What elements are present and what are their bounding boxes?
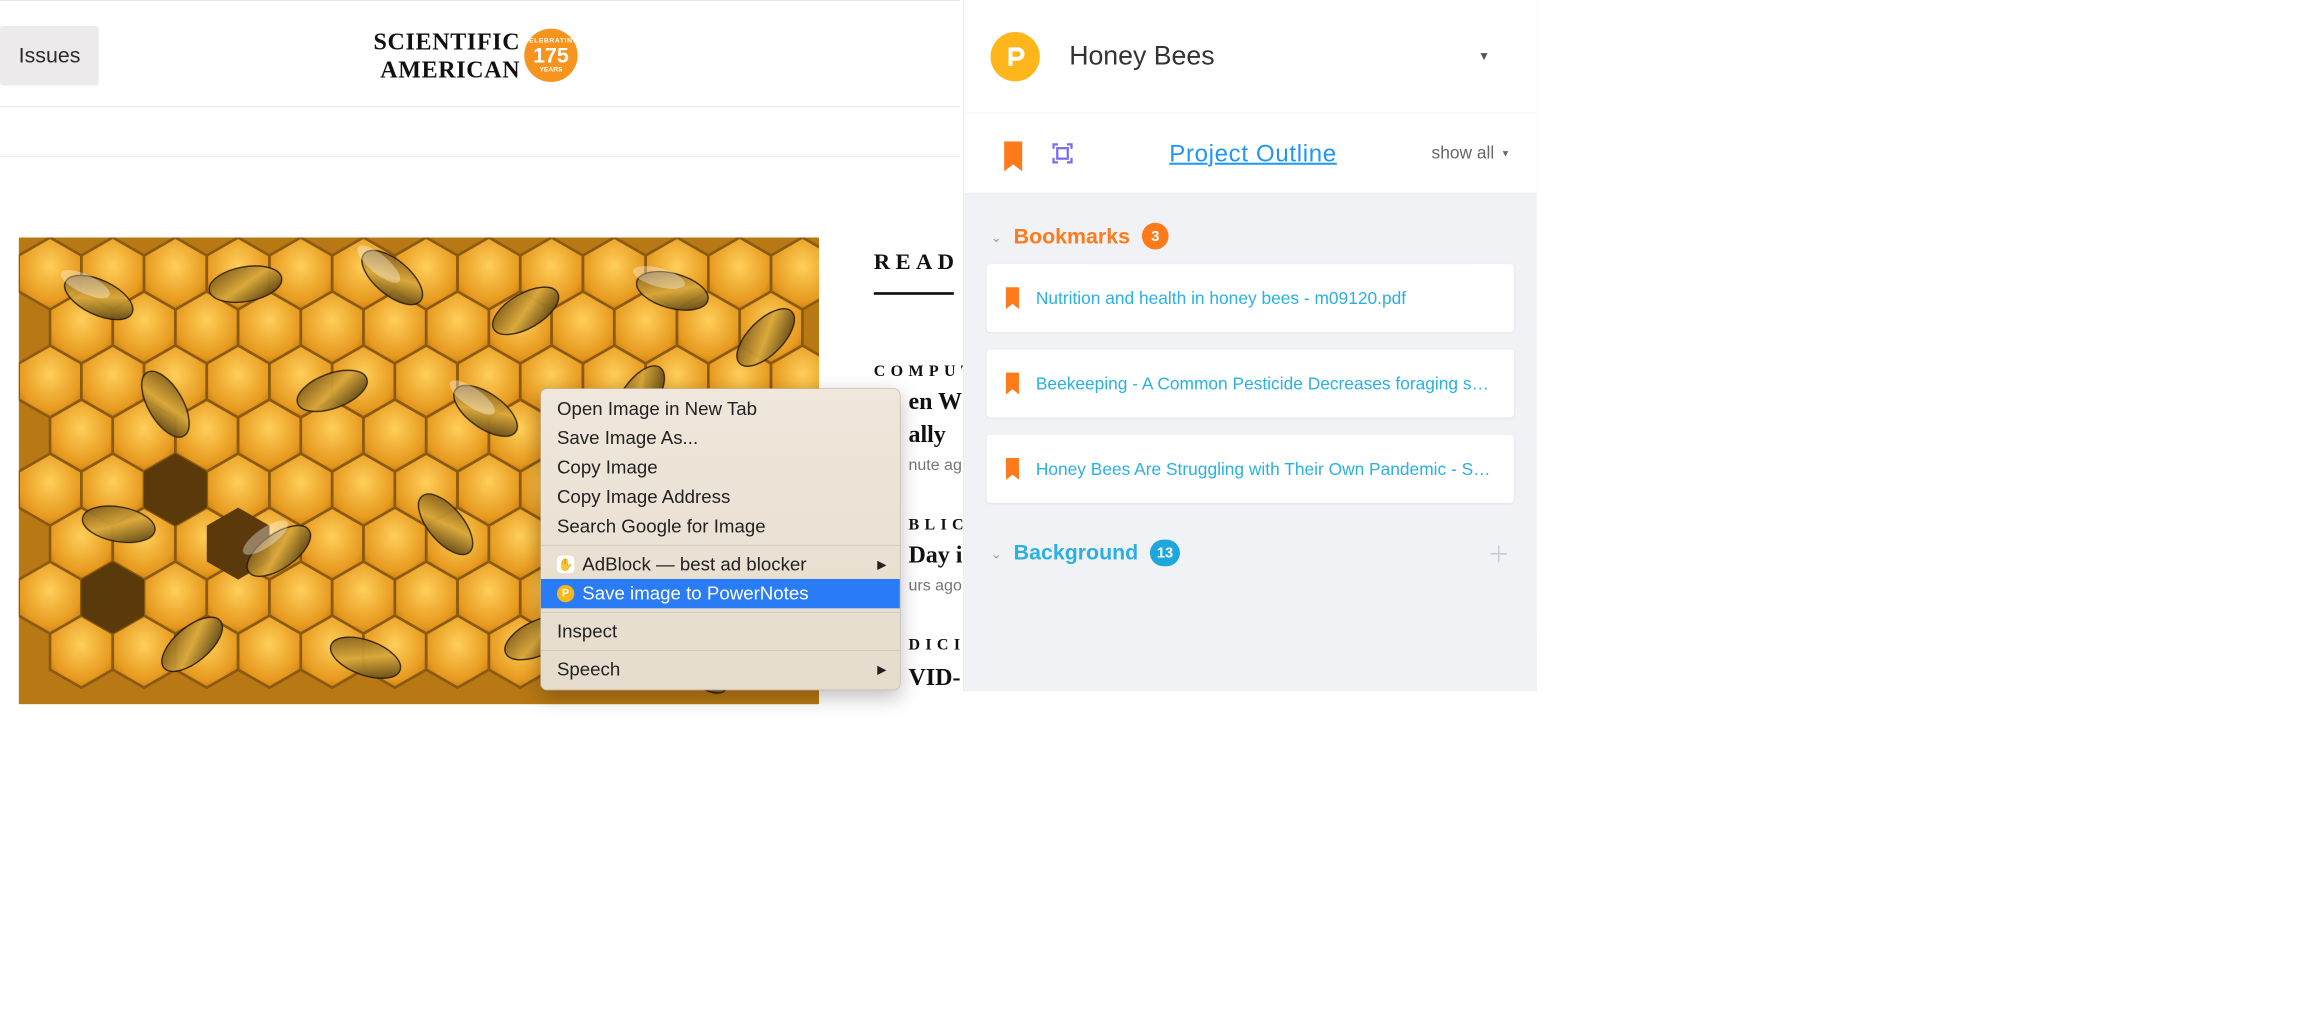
ctx-speech[interactable]: Speech ▶	[541, 655, 900, 684]
read-item-meta: nute ag	[908, 456, 961, 475]
sidebar-toolbar: Project Outline show all ▼	[964, 113, 1537, 193]
read-this-next-heading: READ	[874, 249, 960, 274]
project-name: Honey Bees	[1069, 41, 1214, 71]
ctx-save-to-powernotes[interactable]: P Save image to PowerNotes	[541, 579, 900, 608]
ctx-adblock-label: AdBlock — best ad blocker	[582, 554, 806, 575]
background-count-badge: 13	[1150, 539, 1180, 566]
bookmark-item[interactable]: Nutrition and health in honey bees - m09…	[986, 264, 1514, 332]
section-title: Bookmarks	[1014, 224, 1130, 249]
bookmark-title: Nutrition and health in honey bees - m09…	[1036, 288, 1406, 309]
top-bar: Issues SCIENTIFIC AMERICAN CELEBRATING 1…	[0, 0, 960, 107]
section-bookmarks-header[interactable]: ⌄ Bookmarks 3	[990, 223, 1514, 250]
project-outline-link[interactable]: Project Outline	[1100, 139, 1406, 167]
anniversary-badge-icon: CELEBRATING 175 YEARS	[524, 29, 577, 82]
submenu-arrow-icon: ▶	[877, 663, 886, 677]
read-item-title[interactable]: ally	[908, 420, 945, 448]
ctx-search-google[interactable]: Search Google for Image	[541, 512, 900, 541]
adblock-icon: ✋	[557, 556, 574, 573]
bookmark-title: Honey Bees Are Struggling with Their Own…	[1036, 459, 1497, 480]
ctx-adblock[interactable]: ✋ AdBlock — best ad blocker ▶	[541, 550, 900, 579]
context-menu: Open Image in New Tab Save Image As... C…	[540, 388, 900, 690]
bookmark-item[interactable]: Honey Bees Are Struggling with Their Own…	[986, 435, 1514, 503]
ctx-divider	[541, 612, 900, 613]
show-all-label: show all	[1432, 143, 1495, 164]
issues-button[interactable]: Issues	[0, 26, 99, 85]
read-item-title[interactable]: VID-	[908, 663, 960, 691]
bookmark-icon	[1004, 287, 1021, 310]
site-brand[interactable]: SCIENTIFIC AMERICAN CELEBRATING 175 YEAR…	[374, 27, 654, 83]
section-title: Background	[1014, 540, 1139, 565]
ctx-speech-label: Speech	[557, 659, 620, 680]
read-item-category: BLIC	[908, 516, 968, 534]
chevron-down-icon: ⌄	[990, 546, 1001, 563]
screenshot-tab-icon[interactable]	[1051, 141, 1075, 165]
ctx-open-new-tab[interactable]: Open Image in New Tab	[541, 394, 900, 423]
ctx-copy-image[interactable]: Copy Image	[541, 453, 900, 482]
powernotes-sidebar: Honey Bees ▼ Project Outline show all ▼ …	[963, 0, 1537, 691]
powernotes-icon: P	[557, 585, 574, 602]
bookmark-title: Beekeeping - A Common Pesticide Decrease…	[1036, 373, 1497, 394]
read-underline	[874, 292, 954, 295]
project-selector[interactable]: Honey Bees ▼	[1069, 41, 1510, 71]
section-background-header[interactable]: ⌄ Background 13 ＋	[990, 536, 1514, 569]
show-all-dropdown[interactable]: show all ▼	[1432, 143, 1511, 164]
bookmark-icon	[1004, 458, 1021, 481]
bookmark-tab-icon[interactable]	[1001, 141, 1025, 165]
ctx-divider	[541, 545, 900, 546]
brand-wordmark: SCIENTIFIC AMERICAN	[374, 27, 521, 83]
read-item-category: COMPUT	[874, 363, 977, 381]
powernotes-logo-icon[interactable]	[990, 32, 1039, 81]
bookmarks-count-badge: 3	[1142, 223, 1169, 250]
chevron-down-icon: ▼	[1478, 49, 1490, 63]
bookmark-item[interactable]: Beekeeping - A Common Pesticide Decrease…	[986, 350, 1514, 418]
add-to-section-button[interactable]: ＋	[1487, 536, 1514, 569]
ctx-save-image-as[interactable]: Save Image As...	[541, 424, 900, 453]
chevron-down-icon: ⌄	[990, 229, 1001, 246]
divider	[0, 156, 960, 157]
ctx-save-pn-label: Save image to PowerNotes	[582, 583, 808, 604]
chevron-down-icon: ▼	[1501, 148, 1510, 159]
brand-line2: AMERICAN	[374, 55, 521, 83]
read-item-category: DICI	[908, 636, 965, 654]
ctx-divider	[541, 650, 900, 651]
bookmark-icon	[1004, 372, 1021, 395]
read-item-meta: urs ago	[908, 576, 961, 595]
ctx-copy-image-address[interactable]: Copy Image Address	[541, 482, 900, 511]
brand-line1: SCIENTIFIC	[374, 27, 521, 55]
submenu-arrow-icon: ▶	[877, 557, 886, 571]
read-item-title[interactable]: Day i	[908, 540, 962, 568]
ctx-inspect[interactable]: Inspect	[541, 617, 900, 646]
sidebar-body: ⌄ Bookmarks 3 Nutrition and health in ho…	[964, 193, 1537, 691]
read-item-title[interactable]: en W	[908, 387, 962, 415]
sidebar-header: Honey Bees ▼	[964, 0, 1537, 113]
